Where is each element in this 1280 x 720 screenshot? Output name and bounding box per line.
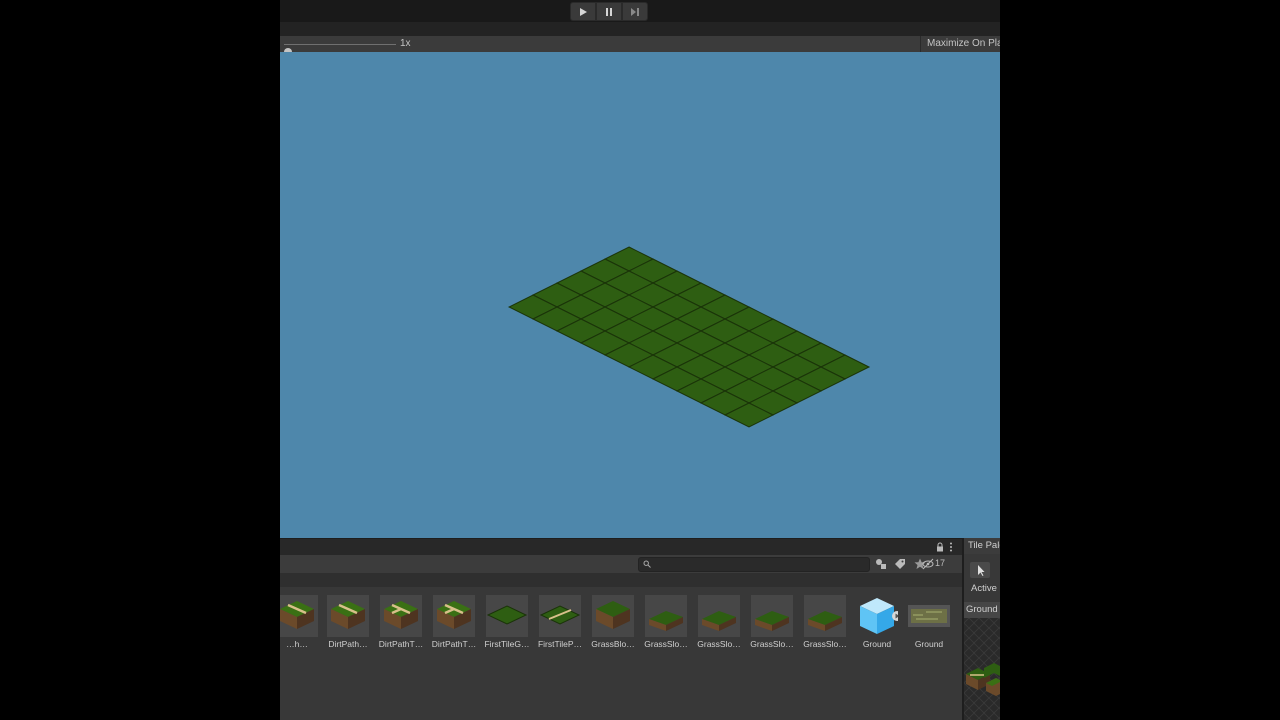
play-controls (570, 2, 648, 21)
isometric-tilemap (507, 246, 871, 428)
palette-preview[interactable] (964, 618, 1000, 720)
asset-item[interactable]: GrassBlo… (588, 595, 638, 655)
palette-asset-icon (908, 605, 950, 627)
asset-label: GrassSlo… (697, 639, 741, 649)
select-tool-button[interactable] (970, 562, 990, 578)
dirt-path-t-tile-icon (433, 595, 475, 637)
breadcrumb-bar (280, 573, 962, 587)
asset-item[interactable]: Ground (904, 595, 954, 655)
asset-item[interactable]: …h… (280, 595, 322, 655)
asset-item[interactable]: GrassSlo… (694, 595, 744, 655)
palette-tiles-preview (964, 618, 1000, 720)
play-button[interactable] (570, 2, 596, 21)
asset-label: FirstTileG… (484, 639, 530, 649)
dirt-path-tile-icon (280, 595, 318, 637)
asset-label: FirstTileP… (537, 639, 583, 649)
play-icon (580, 7, 587, 16)
tile-palette-panel: Tile Palette Active Ground (962, 538, 1000, 720)
asset-label: GrassSlo… (644, 639, 688, 649)
asset-item[interactable]: GrassSlo… (747, 595, 797, 655)
asset-item[interactable]: GrassSlo… (800, 595, 850, 655)
main-toolbar (280, 0, 1000, 22)
asset-item[interactable]: FirstTileP… (535, 595, 585, 655)
asset-item[interactable]: FirstTileG… (482, 595, 532, 655)
scale-slider[interactable] (284, 44, 396, 56)
asset-item[interactable]: DirtPathT… (429, 595, 479, 655)
search-input[interactable] (638, 557, 870, 572)
dirt-path-tile-icon (327, 595, 369, 637)
pause-button[interactable] (596, 2, 622, 21)
asset-item[interactable]: GrassSlo… (641, 595, 691, 655)
search-icon (643, 560, 651, 568)
more-options-icon[interactable] (948, 541, 954, 553)
asset-label: Ground (914, 639, 944, 649)
grass-block-tile-icon (592, 595, 634, 637)
grass-slope-tile-icon (804, 595, 846, 637)
asset-item[interactable]: DirtPath… (323, 595, 373, 655)
hidden-packages-eye-icon[interactable] (922, 557, 934, 571)
step-icon (631, 7, 639, 16)
tab-tile-palette[interactable]: Tile Palette (964, 538, 1000, 554)
asset-label: Ground (862, 639, 892, 649)
toolbar-spacer (280, 22, 1000, 36)
lock-icon[interactable] (935, 542, 945, 552)
asset-label: DirtPath… (328, 639, 368, 649)
step-button[interactable] (622, 2, 648, 21)
unity-editor: 1x Maximize On Play 17 …h… DirtPath… DirtP… (280, 0, 1000, 720)
asset-label: DirtPathT… (378, 639, 424, 649)
cursor-arrow-icon (978, 565, 985, 576)
project-toolbar: 17 (280, 555, 962, 573)
scale-label: 1x (400, 38, 411, 49)
prefab-cube-icon (860, 598, 898, 634)
project-tab-row (280, 539, 962, 555)
filter-by-label-icon[interactable] (893, 557, 907, 571)
project-panel: 17 …h… DirtPath… DirtPathT… DirtPathT… First… (280, 538, 962, 720)
maximize-on-play-toggle[interactable]: Maximize On Play (920, 36, 1000, 52)
hidden-packages-count: 17 (935, 558, 946, 568)
flat-path-tile-icon (539, 595, 581, 637)
asset-grid: …h… DirtPath… DirtPathT… DirtPathT… FirstTil… (280, 595, 962, 655)
palette-dropdown[interactable]: Ground (964, 602, 1000, 618)
game-view[interactable] (280, 52, 1000, 538)
filter-by-type-icon[interactable] (874, 557, 888, 571)
asset-label: DirtPathT… (431, 639, 477, 649)
active-tilemap-label: Active (971, 583, 997, 594)
game-view-header: 1x Maximize On Play (280, 36, 1000, 56)
asset-item[interactable]: DirtPathT… (376, 595, 426, 655)
asset-label: …h… (286, 639, 308, 649)
grass-slope-tile-icon (698, 595, 740, 637)
asset-label: GrassSlo… (803, 639, 847, 649)
grass-slope-tile-icon (645, 595, 687, 637)
dirt-path-t-tile-icon (380, 595, 422, 637)
asset-label: GrassBlo… (591, 639, 635, 649)
asset-item[interactable]: Ground (852, 595, 902, 655)
flat-grass-tile-icon (486, 595, 528, 637)
pause-icon (606, 7, 612, 16)
grass-slope-tile-icon (751, 595, 793, 637)
asset-label: GrassSlo… (750, 639, 794, 649)
